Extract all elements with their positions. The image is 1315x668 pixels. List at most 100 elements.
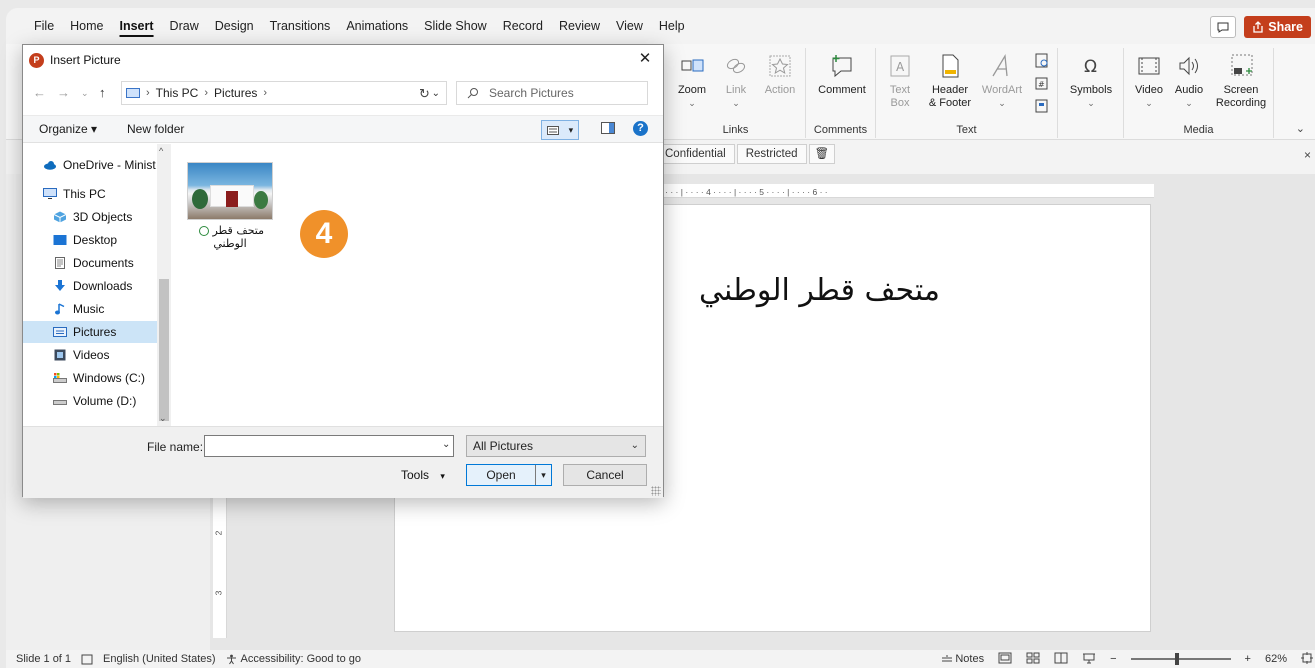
accessibility-status[interactable]: Accessibility: Good to go bbox=[226, 653, 361, 665]
breadcrumb-pictures[interactable]: Pictures bbox=[214, 86, 257, 100]
scroll-down-icon[interactable]: ⌄ bbox=[159, 413, 167, 424]
nav-item-pictures[interactable]: Pictures bbox=[23, 321, 157, 343]
preview-pane-icon[interactable] bbox=[601, 122, 615, 134]
view-icon bbox=[546, 125, 559, 135]
view-dropdown-caret-icon[interactable]: ▾ bbox=[569, 125, 574, 136]
breadcrumb-this-pc[interactable]: This PC bbox=[156, 86, 199, 100]
slide-sorter-icon[interactable] bbox=[1026, 652, 1040, 667]
music-note-icon bbox=[55, 303, 65, 315]
open-button[interactable]: Open ▾ bbox=[466, 464, 552, 486]
nav-item-videos[interactable]: Videos bbox=[23, 344, 157, 366]
zoom-in-icon[interactable]: + bbox=[1245, 653, 1251, 665]
screen-recording-button[interactable]: Screen Recording bbox=[1210, 52, 1272, 110]
action-button[interactable]: Action bbox=[756, 52, 804, 97]
trash-icon[interactable]: 🗑 bbox=[808, 144, 836, 164]
ribbon-expand-chevron-icon[interactable]: ⌄ bbox=[1296, 122, 1305, 135]
tab-slide-show[interactable]: Slide Show bbox=[416, 8, 495, 44]
tab-home[interactable]: Home bbox=[62, 8, 111, 44]
tab-insert[interactable]: Insert bbox=[112, 8, 162, 44]
up-arrow-icon[interactable]: ↑ bbox=[99, 85, 106, 100]
address-history-chevron-icon[interactable]: ⌄ bbox=[432, 88, 440, 99]
tab-review[interactable]: Review bbox=[551, 8, 608, 44]
file-name-line-1: متحف قطر bbox=[212, 224, 265, 237]
organize-button[interactable]: Organize ▾ bbox=[39, 122, 97, 136]
file-item-picture[interactable]: متحف قطر الوطني bbox=[185, 162, 275, 250]
scrollbar-thumb[interactable] bbox=[159, 279, 169, 421]
sensitivity-confidential[interactable]: Confidential bbox=[656, 144, 735, 164]
reading-view-icon[interactable] bbox=[1054, 652, 1068, 667]
zoom-slider[interactable] bbox=[1130, 653, 1231, 665]
text-box-button[interactable]: A Text Box bbox=[880, 52, 920, 110]
title-right-tools: Share bbox=[1210, 16, 1311, 38]
search-box[interactable] bbox=[456, 81, 648, 105]
nav-item-volume-d[interactable]: Volume (D:) bbox=[23, 390, 157, 412]
share-button[interactable]: Share bbox=[1244, 16, 1311, 38]
comment-button[interactable]: Comment bbox=[814, 52, 870, 97]
slide-counter[interactable]: Slide 1 of 1 bbox=[16, 653, 71, 665]
link-button[interactable]: Link ⌄ bbox=[712, 52, 760, 110]
language-indicator[interactable]: English (United States) bbox=[103, 653, 216, 665]
nav-item-music[interactable]: Music bbox=[23, 298, 157, 320]
zoom-out-icon[interactable]: − bbox=[1110, 653, 1116, 665]
cancel-button[interactable]: Cancel bbox=[563, 464, 647, 486]
slide-title-text[interactable]: متحف قطر الوطني bbox=[699, 273, 940, 308]
nav-item-onedrive[interactable]: OneDrive - Minist bbox=[23, 154, 157, 176]
file-type-select[interactable]: All Pictures ⌄ bbox=[466, 435, 646, 457]
thumbnail-tree-shape bbox=[192, 189, 208, 209]
close-icon[interactable]: ✕ bbox=[627, 45, 663, 75]
zoom-level[interactable]: 62% bbox=[1265, 653, 1287, 665]
comments-pane-button[interactable] bbox=[1210, 16, 1237, 38]
nav-item-3d-objects[interactable]: 3D Objects bbox=[23, 206, 157, 228]
symbols-button[interactable]: Ω Symbols ⌄ bbox=[1064, 52, 1118, 110]
nav-item-downloads[interactable]: Downloads bbox=[23, 275, 157, 297]
nav-item-this-pc[interactable]: This PC bbox=[23, 183, 157, 205]
nav-item-documents[interactable]: Documents bbox=[23, 252, 157, 274]
file-name-input[interactable] bbox=[204, 435, 454, 457]
scroll-up-icon[interactable]: ^ bbox=[159, 146, 163, 156]
change-view-button[interactable]: ▾ bbox=[541, 120, 579, 140]
spelling-check-icon[interactable] bbox=[81, 654, 93, 665]
video-button[interactable]: Video ⌄ bbox=[1128, 52, 1170, 110]
normal-view-icon[interactable] bbox=[998, 652, 1012, 667]
speaker-icon bbox=[1179, 56, 1198, 76]
navigation-pane-scrollbar[interactable]: ^ ⌄ bbox=[157, 144, 171, 426]
close-sensitivity-bar-icon[interactable]: × bbox=[1304, 148, 1311, 162]
file-name-line-2: الوطني bbox=[213, 237, 247, 250]
tab-draw[interactable]: Draw bbox=[162, 8, 207, 44]
back-arrow-icon[interactable]: ← bbox=[33, 85, 46, 100]
resize-grip-icon[interactable] bbox=[651, 486, 661, 496]
nav-item-windows-c[interactable]: Windows (C:) bbox=[23, 367, 157, 389]
tab-animations[interactable]: Animations bbox=[338, 8, 416, 44]
tab-file[interactable]: File bbox=[26, 8, 62, 44]
tools-button[interactable]: Tools ▾ bbox=[401, 468, 445, 482]
tab-help[interactable]: Help bbox=[651, 8, 693, 44]
new-folder-button[interactable]: New folder bbox=[127, 122, 184, 136]
tab-transitions[interactable]: Transitions bbox=[262, 8, 339, 44]
notes-button[interactable]: Notes bbox=[941, 653, 984, 665]
fit-to-window-icon[interactable] bbox=[1301, 651, 1313, 667]
refresh-icon[interactable]: ↻ bbox=[419, 86, 430, 102]
sensitivity-restricted[interactable]: Restricted bbox=[736, 144, 807, 164]
picture-thumbnail[interactable] bbox=[187, 162, 273, 220]
help-icon[interactable]: ? bbox=[633, 121, 648, 136]
document-icon bbox=[55, 257, 65, 269]
forward-arrow-icon[interactable]: → bbox=[57, 85, 70, 100]
header-footer-button[interactable]: Header & Footer bbox=[922, 52, 978, 110]
search-input[interactable] bbox=[489, 86, 629, 100]
svg-text:A: A bbox=[896, 60, 905, 74]
nav-item-desktop[interactable]: Desktop bbox=[23, 229, 157, 251]
recent-locations-chevron-icon[interactable]: ⌄ bbox=[81, 88, 89, 99]
audio-button[interactable]: Audio ⌄ bbox=[1168, 52, 1210, 110]
address-bar[interactable]: › This PC › Pictures › ⌄ bbox=[121, 81, 447, 105]
wordart-button[interactable]: WordArt ⌄ bbox=[980, 52, 1024, 110]
tab-view[interactable]: View bbox=[608, 8, 651, 44]
zoom-button[interactable]: Zoom ⌄ bbox=[668, 52, 716, 110]
tab-record[interactable]: Record bbox=[495, 8, 551, 44]
zoom-slider-knob[interactable] bbox=[1174, 653, 1179, 665]
text-small-buttons-icons[interactable]: # bbox=[1032, 52, 1052, 116]
drive-icon bbox=[53, 400, 67, 405]
tab-design[interactable]: Design bbox=[207, 8, 262, 44]
file-name-history-chevron-icon[interactable]: ⌄ bbox=[442, 439, 450, 450]
slideshow-icon[interactable] bbox=[1082, 652, 1096, 667]
open-options-caret-icon[interactable]: ▾ bbox=[535, 465, 551, 485]
